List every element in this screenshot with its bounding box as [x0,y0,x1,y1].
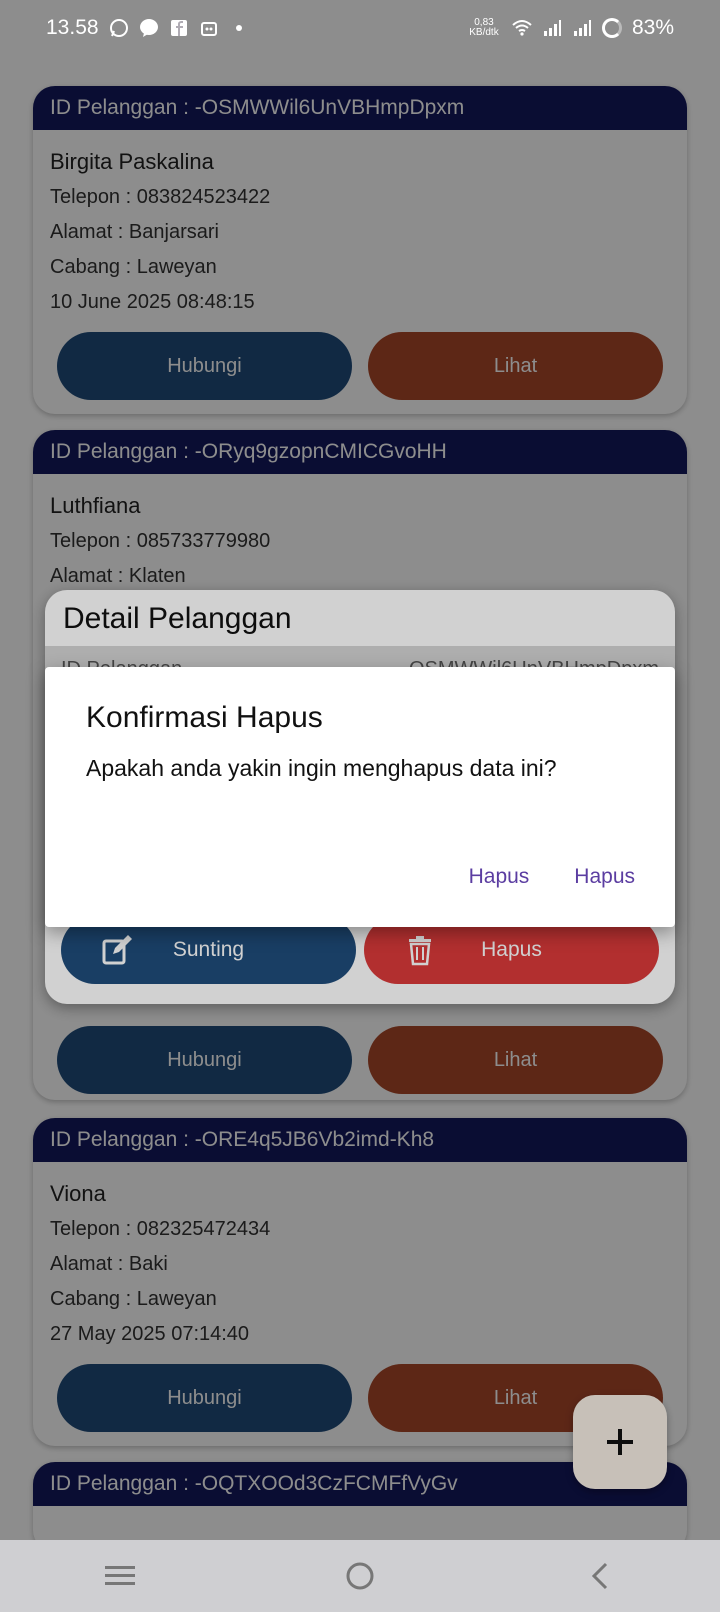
app-notification-icon [200,22,217,36]
dialog-message: Apakah anda yakin ingin menghapus data i… [86,755,557,781]
dialog-actions: Hapus Hapus [469,865,635,889]
back-button[interactable] [580,1556,620,1596]
dialog-title: Konfirmasi Hapus [86,701,323,734]
status-right: 0,83 KB/dtk 83% [466,16,674,40]
battery-icon [601,18,622,38]
facebook-icon [170,20,187,36]
status-left: 13.58 [46,16,249,40]
whatsapp-icon [109,19,128,37]
signal-icon-1 [543,20,561,36]
home-circle-icon [346,1562,374,1590]
status-bar: 13.58 0,83 KB/dtk 83% [0,0,720,56]
net-speed: 0,83 KB/dtk [469,17,499,38]
recent-apps-button[interactable] [100,1556,140,1596]
clock: 13.58 [46,16,99,39]
battery-percent: 83% [631,16,674,39]
dialog-button-1[interactable]: Hapus [469,865,530,889]
wifi-icon [512,20,532,36]
home-button[interactable] [340,1556,380,1596]
delete-confirm-dialog: Konfirmasi Hapus Apakah anda yakin ingin… [45,667,675,927]
back-chevron-icon [591,1562,608,1590]
menu-icon [105,1566,135,1585]
messenger-icon [139,19,158,37]
signal-icon-2 [573,20,591,36]
dialog-button-2[interactable]: Hapus [574,865,635,889]
system-nav-bar [0,1540,720,1612]
more-dot-icon [235,25,242,31]
